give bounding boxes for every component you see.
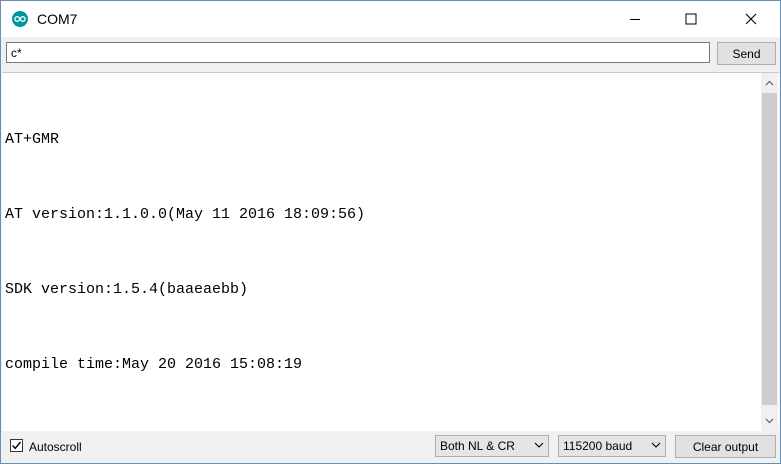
vertical-scrollbar[interactable]	[761, 73, 778, 431]
serial-output[interactable]: AT+GMR AT version:1.1.0.0(May 11 2016 18…	[5, 77, 755, 427]
serial-monitor-window: COM7 Send AT+GMR AT version:1.1.0.0(May …	[0, 0, 781, 464]
scroll-down-button[interactable]	[761, 412, 778, 429]
arduino-infinity-icon	[12, 11, 28, 27]
maximize-icon	[685, 13, 697, 25]
checkmark-icon	[11, 441, 22, 450]
minimize-icon	[630, 19, 640, 20]
autoscroll-label[interactable]: Autoscroll	[29, 440, 82, 454]
title-bar[interactable]: COM7	[1, 1, 780, 37]
chevron-down-icon	[534, 442, 544, 448]
baud-rate-select[interactable]: 115200 baud	[558, 435, 666, 457]
serial-input[interactable]	[6, 42, 710, 63]
minimize-button[interactable]	[612, 1, 658, 37]
close-icon	[745, 13, 757, 25]
chevron-up-icon	[765, 80, 774, 85]
window-title: COM7	[37, 11, 78, 27]
output-line: compile time:May 20 2016 15:08:19	[5, 356, 303, 373]
autoscroll-checkbox[interactable]	[10, 439, 23, 452]
output-line: SDK version:1.5.4(baaeaebb)	[5, 281, 249, 298]
maximize-button[interactable]	[668, 1, 714, 37]
output-line: AT+GMR	[5, 131, 60, 148]
clear-output-button[interactable]: Clear output	[675, 435, 776, 458]
baud-rate-value: 115200 baud	[563, 439, 633, 453]
scrollbar-thumb[interactable]	[762, 93, 777, 405]
send-button[interactable]: Send	[717, 42, 776, 65]
chevron-down-icon	[765, 418, 774, 423]
output-line: AT version:1.1.0.0(May 11 2016 18:09:56)	[5, 206, 366, 223]
chevron-down-icon	[651, 442, 661, 448]
line-ending-select[interactable]: Both NL & CR	[435, 435, 549, 457]
close-button[interactable]	[728, 1, 774, 37]
line-ending-value: Both NL & CR	[440, 439, 515, 453]
serial-output-area[interactable]: AT+GMR AT version:1.1.0.0(May 11 2016 18…	[2, 72, 779, 432]
send-bar: Send	[1, 37, 780, 71]
footer-bar: Autoscroll Both NL & CR 115200 baud Clea…	[1, 431, 780, 463]
scroll-up-button[interactable]	[761, 74, 778, 91]
